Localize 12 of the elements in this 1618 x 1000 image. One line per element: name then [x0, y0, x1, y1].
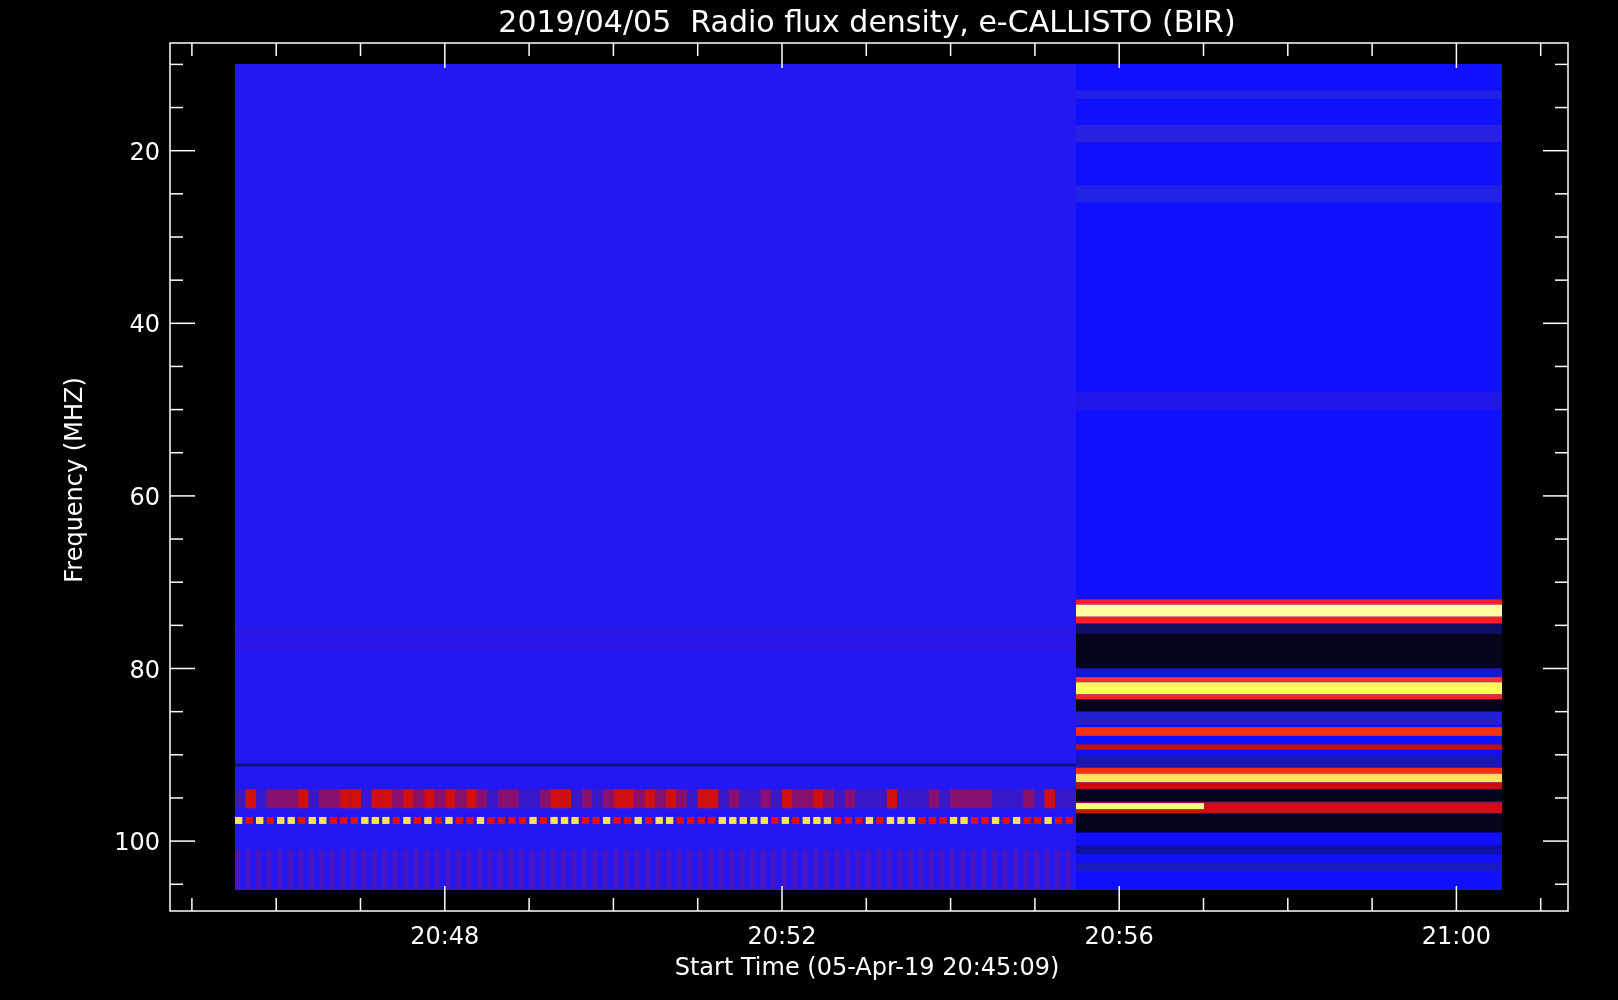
x-tick-label: 21:00: [1421, 922, 1491, 950]
y-tick-label: 80: [129, 655, 160, 684]
x-tick-label: 20:52: [747, 922, 817, 950]
y-tick-label: 40: [129, 310, 160, 339]
plot-title: 2019/04/05 Radio flux density, e-CALLISTO (BIR): [498, 4, 1236, 39]
y-tick-label: 100: [114, 828, 160, 857]
y-tick-label: 20: [129, 137, 160, 166]
x-axis-label: Start Time (05-Apr-19 20:45:09): [674, 953, 1060, 981]
y-tick-label: 60: [129, 482, 160, 511]
x-tick-label: 20:48: [410, 922, 480, 950]
x-tick-label: 20:56: [1084, 922, 1154, 950]
y-axis-label: Frequency (MHZ): [60, 377, 88, 583]
